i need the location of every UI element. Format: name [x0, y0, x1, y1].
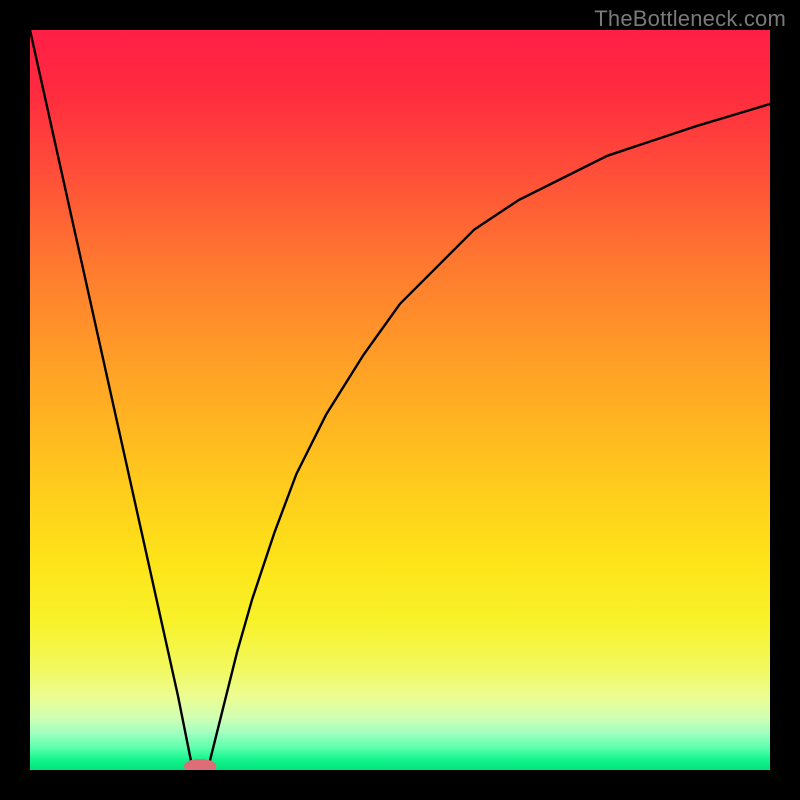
marker-group [184, 759, 217, 770]
chart-frame: TheBottleneck.com [0, 0, 800, 800]
series-right-branch [208, 104, 770, 770]
floor-marker [184, 759, 217, 770]
series-left-branch [30, 30, 193, 770]
watermark-label: TheBottleneck.com [594, 6, 786, 32]
plot-area [30, 30, 770, 770]
chart-svg [30, 30, 770, 770]
curve-group [30, 30, 770, 770]
